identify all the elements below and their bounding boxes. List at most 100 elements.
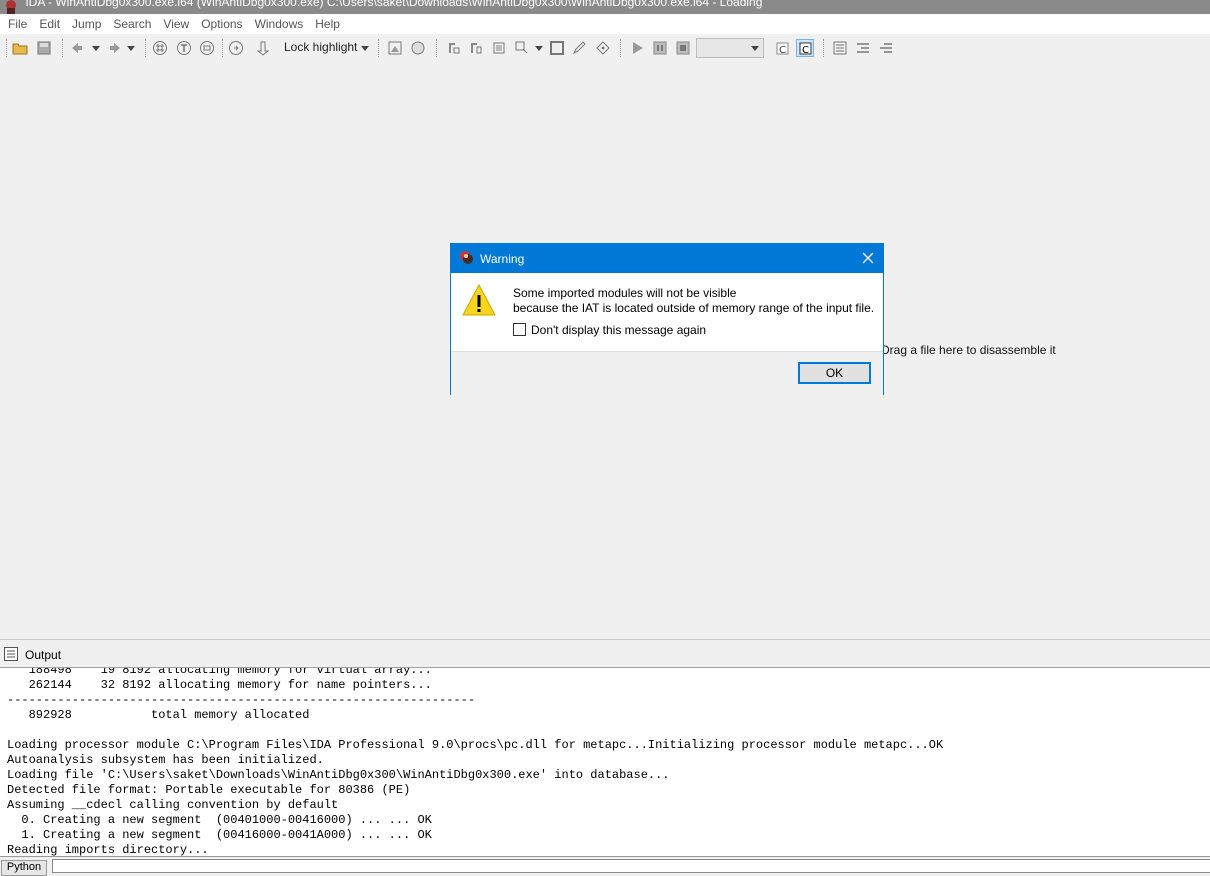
rename-button[interactable] <box>571 39 589 57</box>
image-button[interactable] <box>386 39 404 57</box>
log-line: Reading imports directory... <box>7 843 209 857</box>
warning-dialog: Warning Some imported modules will not b… <box>450 243 884 395</box>
function-view-button[interactable] <box>227 39 245 57</box>
forward-dropdown-arrow[interactable] <box>127 46 135 51</box>
circle-icon <box>411 41 425 55</box>
ida-app-icon <box>6 0 16 14</box>
toolbar-grip[interactable] <box>6 39 8 57</box>
output-log[interactable]: 188498 19 8192 allocating memory for vir… <box>0 667 1210 857</box>
window-titlebar: IDA - WinAntiDbg0x300.exe.i64 (WinAntiDb… <box>0 0 1210 14</box>
data-button[interactable] <box>467 39 485 57</box>
c-code-icon: C <box>776 42 789 56</box>
undefine-button[interactable] <box>548 39 566 57</box>
dialog-titlebar[interactable]: Warning <box>451 244 883 273</box>
menu-search[interactable]: Search <box>108 14 156 35</box>
struct-view-button[interactable] <box>198 39 216 57</box>
lock-highlight-dropdown-arrow[interactable] <box>361 46 369 51</box>
menu-bar: File Edit Jump Search View Options Windows Help <box>0 14 1210 34</box>
open-file-button[interactable] <box>11 39 29 57</box>
log-line: Loading processor module C:\Program File… <box>7 738 944 752</box>
menu-options[interactable]: Options <box>196 14 247 35</box>
struct-view-icon <box>200 41 214 55</box>
code-icon <box>449 43 460 54</box>
image-icon <box>388 41 402 55</box>
dialog-message-line1: Some imported modules will not be visibl… <box>513 286 737 300</box>
log-line: 1. Creating a new segment (00416000-0041… <box>7 828 432 842</box>
output-log-text: 188498 19 8192 allocating memory for vir… <box>7 667 944 857</box>
toolbar-separator <box>823 39 825 57</box>
log-line: 0. Creating a new segment (00401000-0041… <box>7 813 432 827</box>
pause-debug-button[interactable] <box>651 39 669 57</box>
ok-button[interactable]: OK <box>798 362 871 384</box>
window-title: IDA - WinAntiDbg0x300.exe.i64 (WinAntiDb… <box>25 0 763 9</box>
struct-var-icon <box>515 41 528 54</box>
dont-display-again-label[interactable]: Don't display this message again <box>531 323 706 337</box>
jump-button[interactable] <box>255 39 273 57</box>
save-button[interactable] <box>35 39 53 57</box>
graph-view-button[interactable] <box>831 39 849 57</box>
toolbar-separator <box>145 39 147 57</box>
back-button[interactable] <box>68 39 86 57</box>
log-line: Assuming __cdecl calling convention by d… <box>7 798 339 812</box>
stop-debug-button[interactable] <box>674 39 692 57</box>
play-icon <box>633 42 643 54</box>
log-line: Autoanalysis subsystem has been initiali… <box>7 753 324 767</box>
diamond-icon <box>596 41 610 55</box>
array-button[interactable] <box>490 39 508 57</box>
dialog-message-line2: because the IAT is located outside of me… <box>513 301 875 315</box>
indent-icon <box>857 43 869 53</box>
grid-view-icon <box>153 41 167 55</box>
close-icon[interactable] <box>859 249 877 267</box>
start-debug-button[interactable] <box>628 39 646 57</box>
c-code-active-icon: C <box>799 42 812 56</box>
hex-view-button[interactable] <box>151 39 169 57</box>
main-toolbar: Lock highlight C C <box>0 34 1210 63</box>
menu-windows[interactable]: Windows <box>250 14 309 35</box>
menu-file[interactable]: File <box>3 14 32 35</box>
toolbar-separator <box>62 39 64 57</box>
pause-icon <box>653 41 667 55</box>
dialog-message: Some imported modules will not be visibl… <box>513 286 874 316</box>
function-icon <box>229 41 243 55</box>
cli-language-button[interactable]: Python <box>1 860 47 876</box>
dont-display-again-checkbox[interactable] <box>513 323 526 336</box>
array-icon <box>493 42 505 54</box>
outdent-icon <box>880 43 892 53</box>
lock-highlight-label[interactable]: Lock highlight <box>284 40 357 54</box>
toolbar-separator <box>620 39 622 57</box>
forward-button[interactable] <box>106 39 124 57</box>
folder-open-icon <box>12 43 28 55</box>
log-line: Loading file 'C:\Users\saket\Downloads\W… <box>7 768 670 782</box>
decompile-button[interactable]: C <box>773 39 791 57</box>
chevron-down-icon <box>751 46 759 51</box>
menu-view[interactable]: View <box>158 14 194 35</box>
dialog-footer: OK <box>451 351 883 395</box>
menu-jump[interactable]: Jump <box>67 14 106 35</box>
struct-var-dropdown-arrow[interactable] <box>535 46 543 51</box>
diamond-button[interactable] <box>594 39 612 57</box>
outdent-button[interactable] <box>877 39 895 57</box>
debugger-select[interactable] <box>696 38 764 58</box>
frame-icon <box>550 41 564 55</box>
text-view-icon <box>177 41 191 55</box>
log-line: ----------------------------------------… <box>7 693 476 707</box>
menu-help[interactable]: Help <box>310 14 345 35</box>
svg-text:C: C <box>802 45 809 56</box>
list-view-icon <box>833 41 847 55</box>
indent-button[interactable] <box>854 39 872 57</box>
pseudocode-toggle-button[interactable]: C <box>796 39 814 57</box>
toolbar-separator <box>436 39 438 57</box>
circle-button[interactable] <box>409 39 427 57</box>
struct-var-button[interactable] <box>513 39 531 57</box>
toolbar-separator <box>222 39 224 57</box>
menu-edit[interactable]: Edit <box>34 14 65 35</box>
dialog-title: Warning <box>480 252 525 266</box>
svg-text:C: C <box>779 45 786 56</box>
output-window-icon <box>4 647 18 661</box>
text-view-button[interactable] <box>175 39 193 57</box>
ida-app-icon <box>460 251 473 264</box>
drag-hint-text: Drag a file here to disassemble it <box>881 343 1056 357</box>
log-line: 188498 19 8192 allocating memory for vir… <box>7 667 432 677</box>
back-dropdown-arrow[interactable] <box>92 46 100 51</box>
code-button[interactable] <box>445 39 463 57</box>
